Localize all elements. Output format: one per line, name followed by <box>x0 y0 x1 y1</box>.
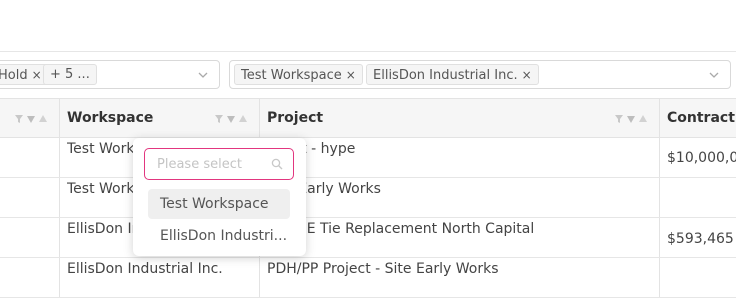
workspace-filter-dropdown: Test Workspace EllisDon Industri... <box>133 138 306 256</box>
workspace-filter-select[interactable]: Test Workspace × EllisDon Industrial Inc.… <box>229 60 731 89</box>
chevron-down-icon[interactable] <box>197 69 209 81</box>
status-filter-select[interactable]: Hold × + 5 ... <box>0 60 220 89</box>
filter-icon[interactable] <box>614 113 624 123</box>
sort-icon[interactable] <box>638 113 648 123</box>
table-row[interactable]: Test Work roject - hype $10,000,00 <box>0 138 736 178</box>
close-icon[interactable]: × <box>32 65 42 85</box>
column-actions <box>14 113 48 125</box>
projects-table: Workspace Project Contract V Test Work r… <box>0 98 736 298</box>
table-header: Workspace Project Contract V <box>0 98 736 138</box>
cell-workspace: EllisDon Industrial Inc. <box>67 261 223 277</box>
close-icon[interactable]: × <box>346 65 356 85</box>
close-icon[interactable]: × <box>522 65 532 85</box>
filter-icon[interactable] <box>214 113 224 123</box>
filter-search-input[interactable] <box>157 155 267 173</box>
filter-tag: Hold × <box>0 64 49 85</box>
filter-tag: Test Workspace × <box>234 64 363 85</box>
cell-contract-value: $593,465 <box>667 231 734 247</box>
filter-tag-label: Test Workspace <box>241 68 342 83</box>
dropdown-option[interactable]: EllisDon Industri... <box>148 221 290 251</box>
column-actions <box>214 113 248 125</box>
column-actions <box>614 113 648 125</box>
top-divider <box>0 51 736 52</box>
column-header-contract-value[interactable]: Contract V <box>659 99 736 138</box>
search-icon <box>271 158 283 170</box>
table-row[interactable]: EllisDon In 3F CoE Tie Replacement North… <box>0 218 736 258</box>
filter-tag-label: EllisDon Industrial Inc. <box>373 68 518 83</box>
sort-icon[interactable] <box>38 113 48 123</box>
cell-project: Site Early Works <box>267 181 381 197</box>
table-row[interactable]: Test Work Site Early Works <box>0 178 736 218</box>
cell-project: 3F CoE Tie Replacement North Capital <box>267 221 535 237</box>
table-row[interactable]: EllisDon Industrial Inc. PDH/PP Project … <box>0 258 736 298</box>
cell-contract-value: $10,000,00 <box>667 150 736 166</box>
cell-project: roject - hype <box>267 141 356 157</box>
filter-tag-label: Hold <box>0 68 28 83</box>
filter-tag-label: + 5 ... <box>50 67 90 82</box>
sort-icon[interactable] <box>226 113 236 123</box>
filter-icon[interactable] <box>14 113 24 123</box>
filter-tag: EllisDon Industrial Inc. × <box>366 64 539 85</box>
column-header-project[interactable]: Project <box>259 99 599 138</box>
sort-icon[interactable] <box>238 113 248 123</box>
sort-icon[interactable] <box>26 113 36 123</box>
sort-icon[interactable] <box>626 113 636 123</box>
chevron-down-icon[interactable] <box>708 69 720 81</box>
filter-search-field[interactable] <box>144 148 294 180</box>
column-header-workspace[interactable]: Workspace <box>59 99 209 138</box>
filter-tag-overflow: + 5 ... <box>43 64 97 85</box>
cell-project: PDH/PP Project - Site Early Works <box>267 261 499 277</box>
dropdown-option[interactable]: Test Workspace <box>148 189 290 219</box>
